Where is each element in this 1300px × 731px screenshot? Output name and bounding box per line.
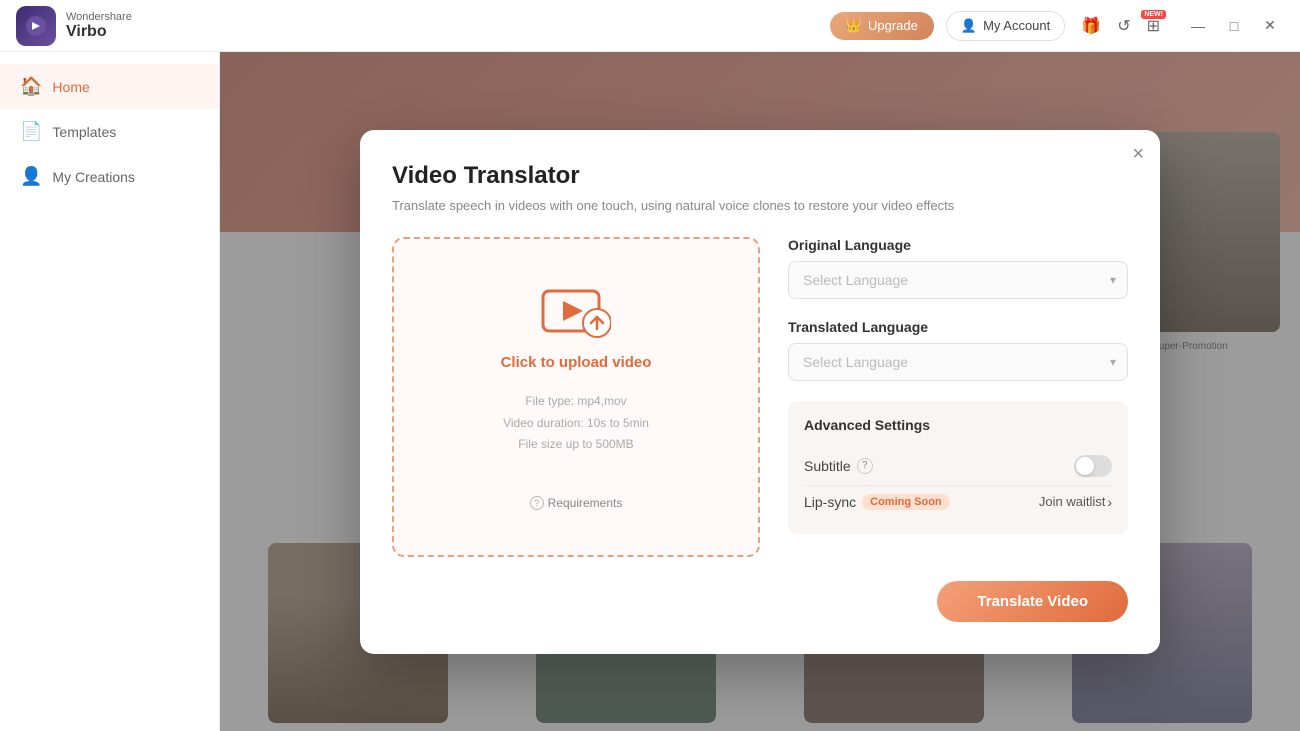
app-name: Virbo [66,23,132,41]
translate-video-button[interactable]: Translate Video [937,581,1128,622]
app-window: Wondershare Virbo 👑 Upgrade 👤 My Account… [0,0,1300,731]
modal-body: Click to upload video File type: mp4,mov… [392,237,1128,557]
refresh-icon-button[interactable]: ↺ [1113,12,1134,40]
coming-soon-badge: Coming Soon [862,494,950,510]
title-bar: Wondershare Virbo 👑 Upgrade 👤 My Account… [0,0,1300,52]
sidebar-item-templates[interactable]: 📄 Templates [0,109,219,154]
my-account-button[interactable]: 👤 My Account [946,11,1065,41]
gift-icon-button[interactable]: 🎁 [1077,12,1105,40]
advanced-settings-panel: Advanced Settings Subtitle ? [788,401,1128,534]
title-bar-icons: 🎁 ↺ ⊞ NEW! [1077,12,1164,40]
window-controls: — □ ✕ [1184,12,1284,40]
my-creations-icon: 👤 [20,166,42,187]
modal-subtitle: Translate speech in videos with one touc… [392,198,1128,213]
sidebar-item-label: Home [52,79,89,95]
subtitle-info-icon[interactable]: ? [857,458,873,474]
modal-header: Video Translator Translate speech in vid… [392,162,1128,213]
subtitle-label: Subtitle ? [804,458,873,474]
original-language-select-wrapper: Select Language ▾ [788,261,1128,299]
app-logo: Wondershare Virbo [16,6,132,46]
lip-sync-label: Lip-sync Coming Soon [804,494,950,510]
subtitle-setting-row: Subtitle ? [804,447,1112,485]
upgrade-crown-icon: 👑 [846,18,862,34]
translated-language-group: Translated Language Select Language ▾ [788,319,1128,381]
file-type-info: File type: mp4,mov [503,391,649,413]
content-area: Transparent Background 📷 🖼 🧑 Super-Promo… [220,52,1300,731]
account-icon: 👤 [961,18,977,34]
upload-video-icon [541,283,611,338]
logo-icon [16,6,56,46]
modal-overlay: × Video Translator Translate speech in v… [220,52,1300,731]
advanced-settings-title: Advanced Settings [804,417,1112,433]
new-badge: NEW! [1141,10,1166,19]
original-language-group: Original Language Select Language ▾ [788,237,1128,299]
minimize-button[interactable]: — [1184,12,1212,40]
logo-text: Wondershare Virbo [66,11,132,41]
lip-sync-setting-row: Lip-sync Coming Soon Join waitlist › [804,485,1112,518]
modal-footer: Translate Video [392,581,1128,622]
grid-icon: ⊞ [1147,18,1160,35]
grid-icon-button[interactable]: ⊞ NEW! [1143,12,1164,40]
requirements-link[interactable]: ? Requirements [530,496,623,510]
translated-language-select[interactable]: Select Language [788,343,1128,381]
original-language-label: Original Language [788,237,1128,253]
sidebar-item-label: Templates [52,124,116,140]
original-language-select[interactable]: Select Language [788,261,1128,299]
brand-name: Wondershare [66,11,132,23]
sidebar-item-my-creations[interactable]: 👤 My Creations [0,154,219,199]
templates-icon: 📄 [20,121,42,142]
home-icon: 🏠 [20,76,42,97]
upload-info: File type: mp4,mov Video duration: 10s t… [503,391,649,456]
maximize-button[interactable]: □ [1220,12,1248,40]
upload-click-label: Click to upload video [501,354,652,371]
file-size-info: File size up to 500MB [503,434,649,456]
upgrade-button[interactable]: 👑 Upgrade [830,12,934,40]
modal-dialog: × Video Translator Translate speech in v… [360,130,1160,654]
title-bar-actions: 👑 Upgrade 👤 My Account 🎁 ↺ ⊞ NEW! [830,11,1284,41]
sidebar: 🏠 Home 📄 Templates 👤 My Creations [0,52,220,731]
upload-area[interactable]: Click to upload video File type: mp4,mov… [392,237,760,557]
question-circle-icon: ? [530,496,544,510]
toggle-knob [1076,457,1094,475]
sidebar-item-label: My Creations [52,169,134,185]
modal-close-button[interactable]: × [1132,144,1144,164]
gift-icon: 🎁 [1081,18,1101,35]
video-duration-info: Video duration: 10s to 5min [503,413,649,435]
main-content: 🏠 Home 📄 Templates 👤 My Creations [0,52,1300,731]
refresh-icon: ↺ [1117,18,1130,35]
close-button[interactable]: ✕ [1256,12,1284,40]
translated-language-label: Translated Language [788,319,1128,335]
modal-title: Video Translator [392,162,1128,190]
subtitle-toggle[interactable] [1074,455,1112,477]
sidebar-item-home[interactable]: 🏠 Home [0,64,219,109]
settings-panel: Original Language Select Language ▾ [788,237,1128,557]
join-waitlist-chevron: › [1107,494,1112,510]
translated-language-select-wrapper: Select Language ▾ [788,343,1128,381]
join-waitlist-link[interactable]: Join waitlist › [1039,494,1112,510]
